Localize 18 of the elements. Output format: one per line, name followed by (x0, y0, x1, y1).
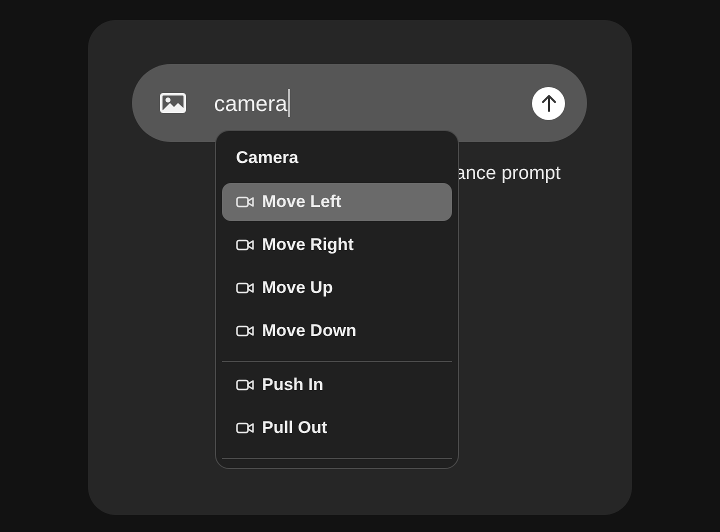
video-camera-icon (236, 379, 254, 391)
menu-item[interactable]: Move Right (222, 226, 452, 264)
image-icon[interactable] (159, 92, 187, 114)
menu-item[interactable]: Move Left (222, 183, 452, 221)
menu-item[interactable]: Move Down (222, 312, 452, 350)
up-arrow-icon (540, 94, 556, 112)
video-camera-icon (236, 282, 254, 294)
menu-heading: Camera (235, 147, 298, 169)
menu-item[interactable]: Push In (222, 366, 452, 404)
video-camera-icon (236, 196, 254, 208)
video-camera-icon (236, 239, 254, 251)
prompt-bar[interactable]: camera (132, 64, 587, 142)
send-button[interactable] (532, 86, 565, 120)
menu-item[interactable]: Move Up (222, 269, 452, 307)
video-camera-icon (236, 422, 254, 434)
menu-item[interactable]: Pull Out (222, 409, 452, 447)
prompt-text[interactable]: camera (214, 86, 288, 120)
video-camera-icon (236, 325, 254, 337)
